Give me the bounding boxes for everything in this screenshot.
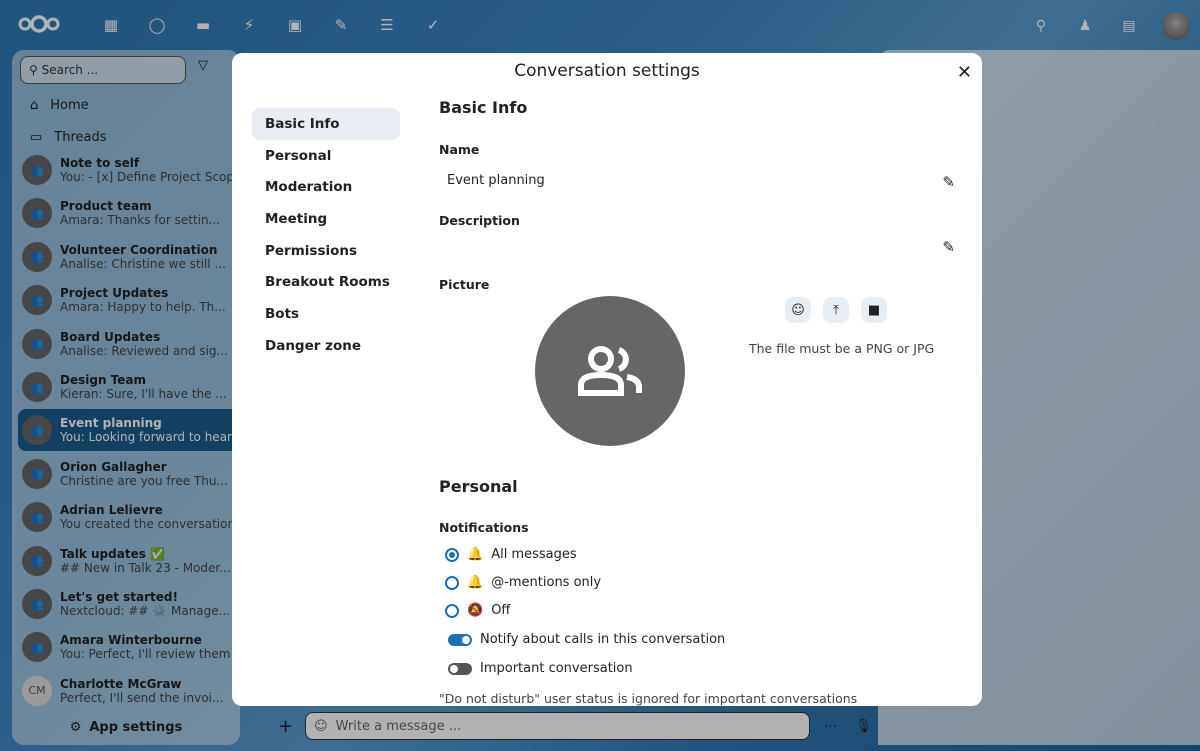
important-footnote: "Do not disturb" user status is ignored …	[439, 691, 858, 706]
group-icon	[578, 346, 642, 396]
picture-label: Picture	[439, 277, 490, 292]
name-field[interactable]: Event planning	[447, 173, 545, 188]
section-heading-basic-info: Basic Info	[439, 98, 528, 117]
settings-content: Basic Info Name Event planning ✎ Descrip…	[439, 53, 969, 706]
settings-nav-moderation[interactable]: Moderation	[252, 171, 400, 203]
settings-nav-personal[interactable]: Personal	[252, 140, 400, 172]
radio-mentions-only[interactable]: 🔔 @-mentions only	[445, 575, 601, 590]
toggle-important-conversation[interactable]: Important conversation	[448, 661, 633, 676]
settings-sidebar: Basic Info Personal Moderation Meeting P…	[252, 108, 400, 362]
bell-ring-icon: 🔔	[467, 547, 484, 562]
bell-icon: 🔔	[467, 575, 484, 590]
toggle-notify-calls[interactable]: Notify about calls in this conversation	[448, 632, 725, 647]
edit-description-icon[interactable]: ✎	[942, 238, 955, 256]
settings-nav-meeting[interactable]: Meeting	[252, 203, 400, 235]
description-label: Description	[439, 213, 520, 228]
notifications-label: Notifications	[439, 520, 529, 535]
conversation-settings-dialog: Conversation settings ✕ Basic Info Perso…	[232, 53, 982, 706]
emoji-icon[interactable]: ☺	[785, 297, 811, 323]
radio-all-messages[interactable]: 🔔 All messages	[445, 547, 577, 562]
radio-off[interactable]: 🔕 Off	[445, 603, 510, 618]
settings-nav-danger-zone[interactable]: Danger zone	[252, 330, 400, 362]
edit-name-icon[interactable]: ✎	[942, 173, 955, 191]
folder-icon[interactable]: ■	[861, 297, 887, 323]
settings-nav-basic-info[interactable]: Basic Info	[252, 108, 400, 140]
group-avatar	[535, 296, 685, 446]
upload-icon[interactable]: ⤒	[823, 297, 849, 323]
name-label: Name	[439, 142, 480, 157]
settings-nav-bots[interactable]: Bots	[252, 298, 400, 330]
bell-off-icon: 🔕	[467, 603, 484, 618]
settings-nav-permissions[interactable]: Permissions	[252, 235, 400, 267]
picture-hint: The file must be a PNG or JPG	[749, 341, 935, 356]
section-heading-personal: Personal	[439, 477, 518, 496]
settings-nav-breakout-rooms[interactable]: Breakout Rooms	[252, 266, 400, 298]
